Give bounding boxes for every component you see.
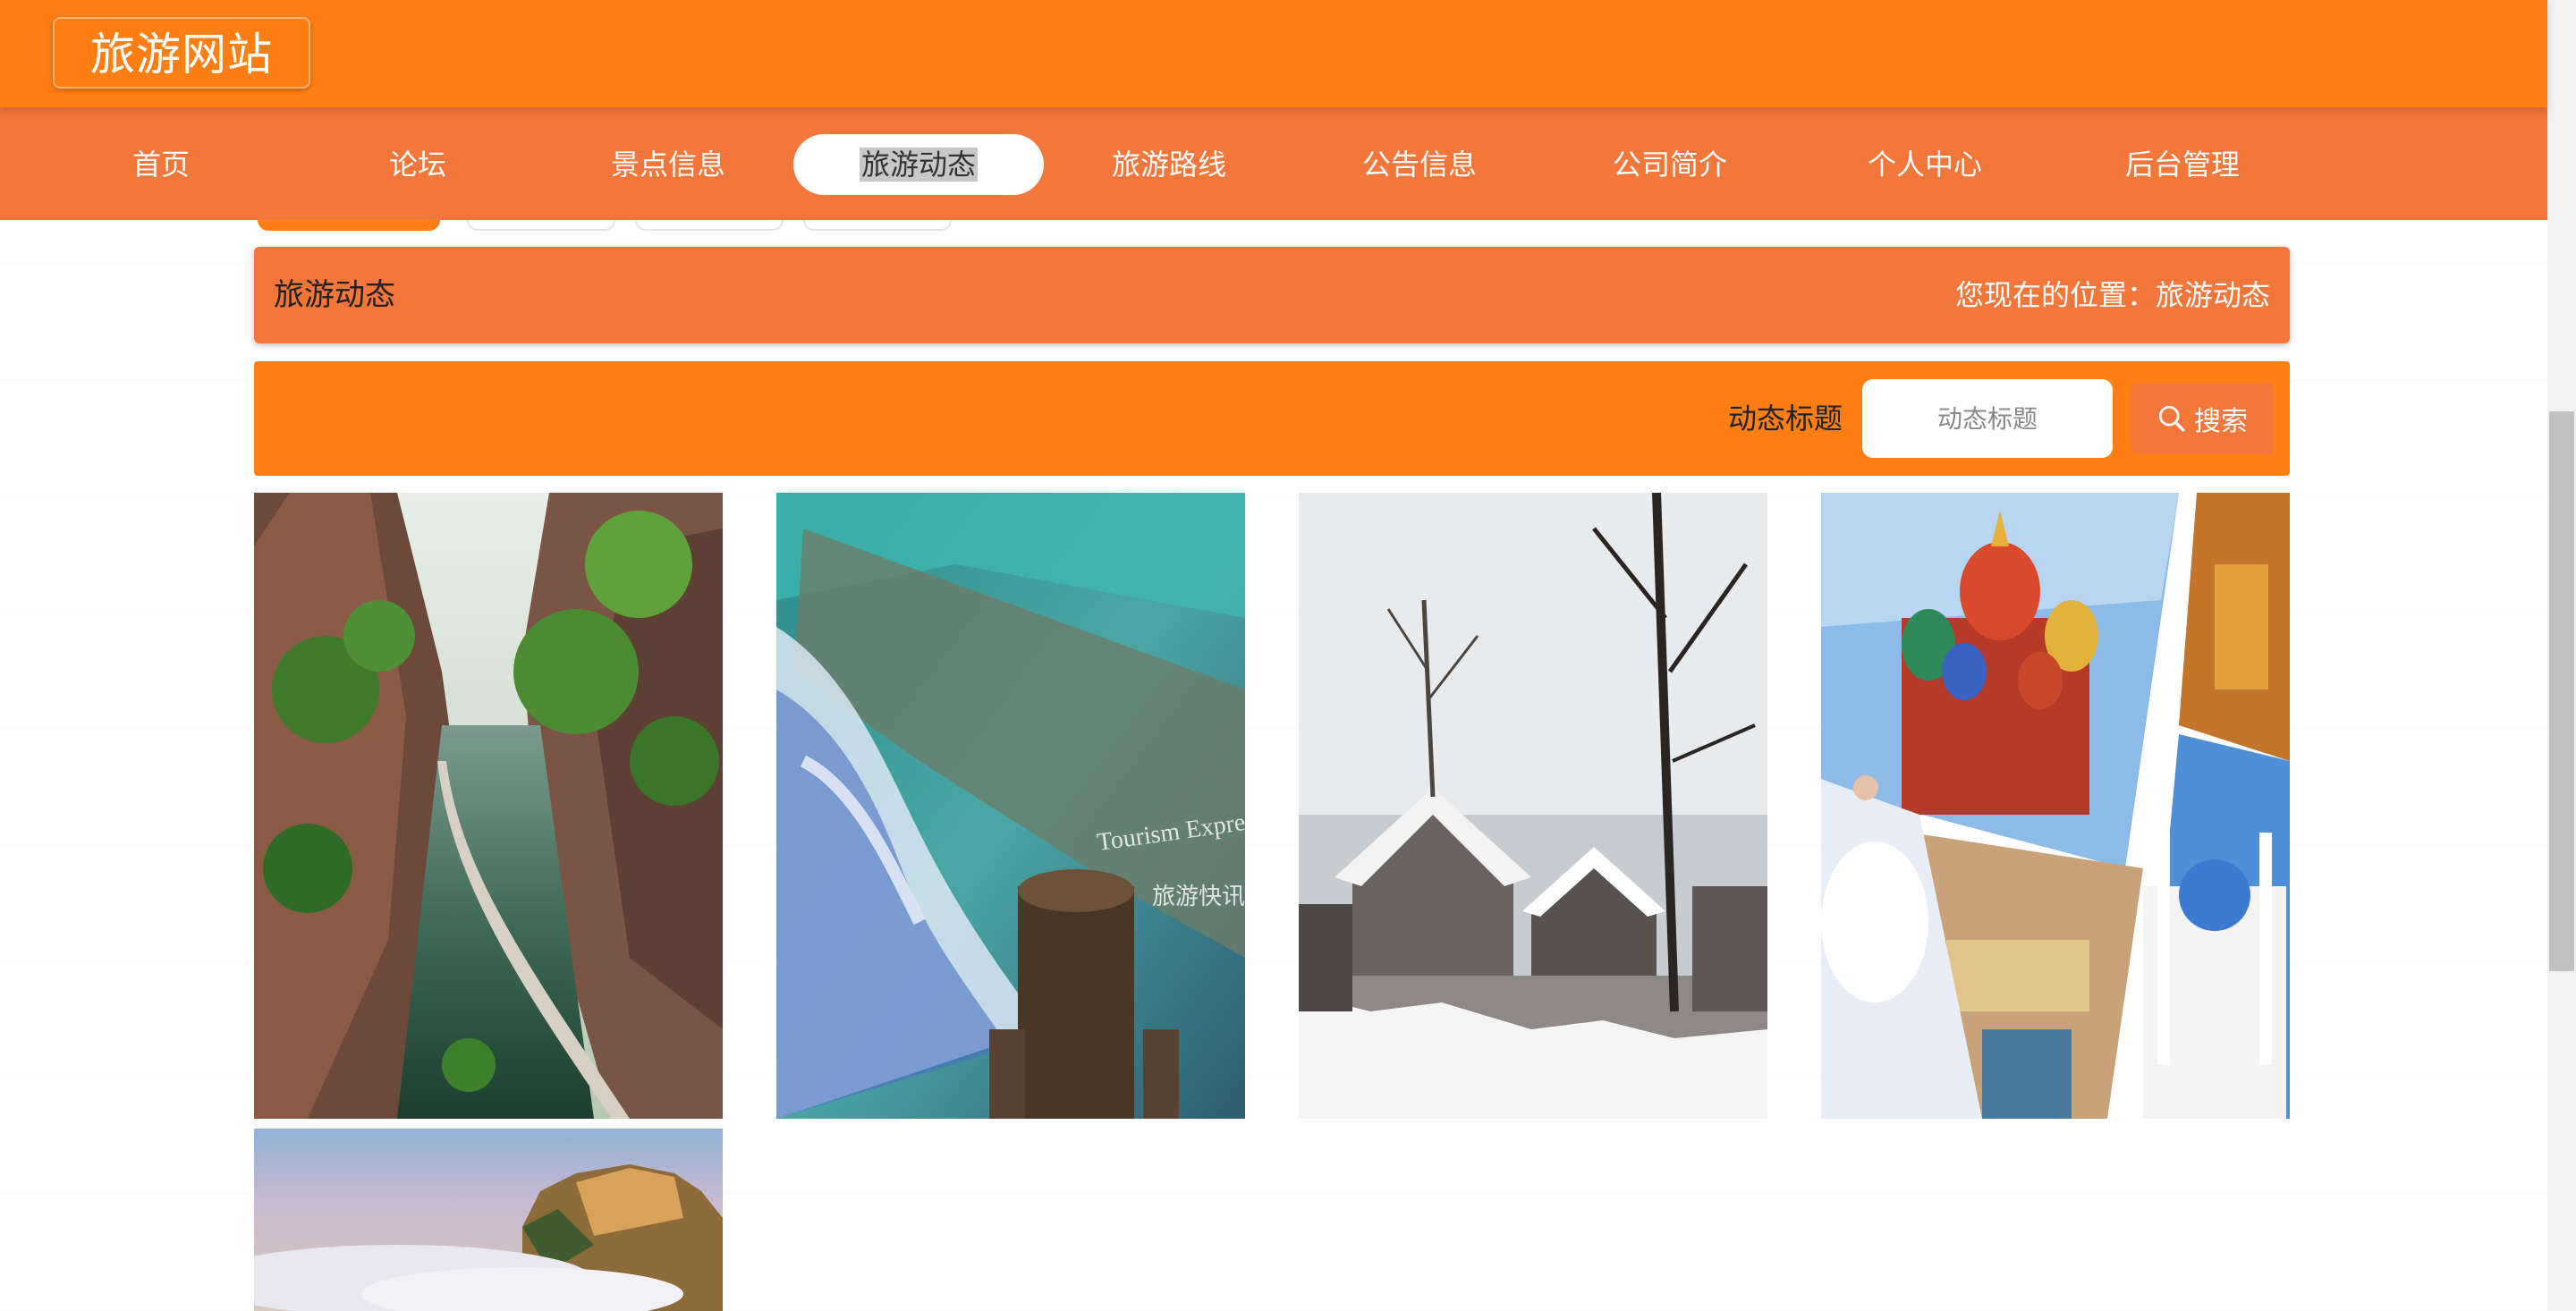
page-title-bar: 旅游动态 您现在的位置：旅游动态 (254, 247, 2290, 343)
main-nav: 首页 论坛 景点信息 旅游动态 旅游路线 公告信息 公司简介 个人中心 后台管理 (0, 107, 2547, 220)
search-label: 动态标题 (1727, 402, 1843, 436)
russia-collage-image (1821, 493, 2290, 1119)
nav-item-company-profile[interactable]: 公司简介 (1545, 134, 1795, 195)
search-button[interactable]: 搜索 (2131, 383, 2274, 454)
nav-item-travel-routes[interactable]: 旅游路线 (1044, 134, 1294, 195)
site-title[interactable]: 旅游网站 (53, 17, 310, 89)
breadcrumb: 您现在的位置：旅游动态 (1954, 278, 2270, 312)
gallery-item-canyon-river[interactable] (254, 493, 723, 1119)
top-header: 旅游网站 (0, 0, 2547, 107)
nav-item-attractions[interactable]: 景点信息 (543, 134, 793, 195)
gallery-item-snowy-village[interactable] (1299, 493, 1767, 1119)
nav-item-home[interactable]: 首页 (36, 134, 286, 195)
overlay-text-chinese: 旅游快讯 (1152, 884, 1245, 909)
search-icon (2158, 405, 2185, 432)
page-title: 旅游动态 (274, 277, 395, 313)
nav-item-announcements[interactable]: 公告信息 (1294, 134, 1545, 195)
snowy-village-image (1299, 493, 1767, 1119)
nav-item-admin[interactable]: 后台管理 (2057, 134, 2308, 195)
mountain-sea-of-clouds-image (254, 1129, 723, 1311)
canyon-river-image (254, 493, 723, 1119)
gallery-item-russia-collage[interactable] (1821, 493, 2290, 1119)
search-button-label: 搜索 (2194, 406, 2248, 437)
search-bar: 动态标题 搜索 (254, 361, 2290, 476)
search-input[interactable] (1862, 379, 2113, 458)
waterfall-image: Tourism Express 旅游快讯 (776, 493, 1245, 1119)
nav-item-forum[interactable]: 论坛 (292, 134, 543, 195)
scrollbar-thumb[interactable] (2549, 411, 2574, 971)
gallery-item-mountain[interactable] (254, 1129, 723, 1311)
nav-item-travel-news[interactable]: 旅游动态 (793, 134, 1044, 195)
nav-item-personal-center[interactable]: 个人中心 (1800, 134, 2050, 195)
gallery-item-waterfall[interactable]: Tourism Express 旅游快讯 (776, 493, 1245, 1119)
